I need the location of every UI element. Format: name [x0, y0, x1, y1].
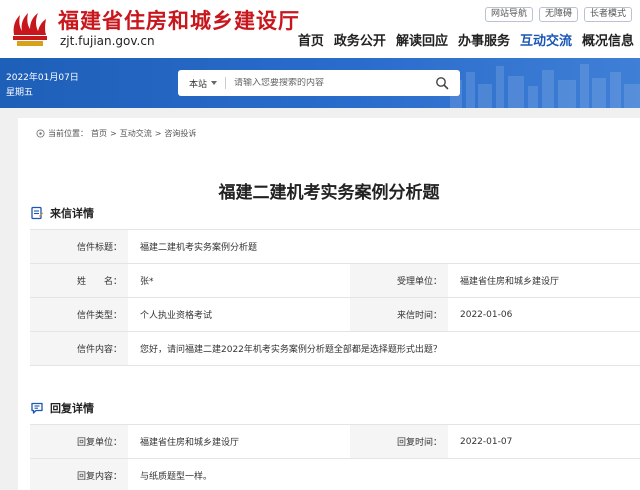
current-weekday: 星期五 [6, 88, 34, 98]
site-header: 福建省住房和城乡建设厅 zjt.fujian.gov.cn 网站导航 无障碍 长… [0, 0, 640, 58]
quick-link-site-nav[interactable]: 网站导航 [484, 7, 533, 22]
content-card: 当前位置： 首页 > 互动交流 > 咨询投诉 福建二建机考实务案例分析题 来信详… [18, 118, 640, 490]
nav-interaction[interactable]: 互动交流 [520, 30, 572, 49]
banner: 2022年01月07日 星期五 本站 [0, 58, 640, 108]
breadcrumb-home[interactable]: 首页 [91, 128, 107, 139]
reply-unit-label: 回复单位： [30, 425, 128, 458]
letter-date-label: 来信时间： [350, 298, 448, 331]
search-icon[interactable] [435, 76, 449, 90]
breadcrumb-separator: > [110, 129, 117, 138]
table-row: 信件标题： 福建二建机考实务案例分析题 [30, 230, 640, 264]
reply-content-value: 与纸质题型一样。 [140, 472, 213, 482]
content-label: 信件内容： [30, 332, 128, 365]
nav-home[interactable]: 首页 [298, 30, 324, 49]
search-input[interactable] [234, 78, 415, 88]
quick-link-elder-mode[interactable]: 长者模式 [583, 7, 632, 22]
reply-unit-value: 福建省住房和城乡建设厅 [140, 438, 240, 448]
nav-overview[interactable]: 概况信息 [582, 30, 634, 49]
skyline-decoration [450, 64, 640, 108]
subject-label: 信件标题： [30, 230, 128, 263]
search-bar: 本站 [178, 70, 460, 96]
reply-content-label: 回复内容： [30, 459, 128, 490]
search-divider [225, 77, 227, 89]
breadcrumb-prefix: 当前位置： [48, 129, 88, 138]
table-row: 信件内容： 您好，请问福建二建2022年机考实务案例分析题全部都是选择题形式出题… [30, 332, 640, 366]
letter-section-title: 来信详情 [50, 207, 94, 220]
page-title: 福建二建机考实务案例分析题 [218, 183, 440, 203]
location-pin-icon [36, 129, 45, 138]
name-value: 张* [140, 277, 154, 287]
current-date: 2022年01月07日 [6, 73, 79, 83]
search-scope-select[interactable]: 本站 [178, 77, 218, 90]
type-label: 信件类型： [30, 298, 128, 331]
dept-value: 福建省住房和城乡建设厅 [460, 277, 560, 287]
search-scope-label: 本站 [189, 79, 208, 90]
main-nav: 首页 政务公开 解读回应 办事服务 互动交流 概况信息 [298, 30, 634, 49]
quick-link-accessibility[interactable]: 无障碍 [538, 7, 578, 22]
name-label: 姓 名： [30, 264, 128, 297]
table-row: 回复内容： 与纸质题型一样。 [30, 459, 640, 490]
nav-gov-affairs[interactable]: 政务公开 [334, 30, 386, 49]
subject-value: 福建二建机考实务案例分析题 [140, 243, 258, 253]
content-value: 您好，请问福建二建2022年机考实务案例分析题全部都是选择题形式出题？ [140, 345, 442, 355]
table-row: 回复单位： 福建省住房和城乡建设厅 回复时间： 2022-01-07 [30, 425, 640, 459]
type-value: 个人执业资格考试 [140, 311, 213, 321]
caret-down-icon [211, 81, 218, 85]
dept-label: 受理单位： [350, 264, 448, 297]
site-name[interactable]: 福建省住房和城乡建设厅 [58, 5, 300, 35]
reply-date-value: 2022-01-07 [460, 436, 513, 447]
nav-services[interactable]: 办事服务 [458, 30, 510, 49]
breadcrumb-interaction[interactable]: 互动交流 [120, 128, 152, 139]
reply-chat-icon [31, 402, 43, 414]
letter-detail-icon [31, 206, 44, 220]
reply-section-title: 回复详情 [50, 402, 94, 415]
reply-date-label: 回复时间： [350, 425, 448, 458]
reply-section-header: 回复详情 [30, 400, 94, 416]
reply-detail-table: 回复单位： 福建省住房和城乡建设厅 回复时间： 2022-01-07 回复内容：… [30, 424, 640, 490]
breadcrumb-separator: > [154, 129, 162, 138]
table-row: 姓 名： 张* 受理单位： 福建省住房和城乡建设厅 [30, 264, 640, 298]
quick-links: 网站导航 无障碍 长者模式 [484, 7, 632, 22]
letter-detail-table: 信件标题： 福建二建机考实务案例分析题 姓 名： 张* 受理单位： 福建省住房和… [30, 229, 640, 366]
breadcrumb: 当前位置： 首页 > 互动交流 > 咨询投诉 [36, 128, 196, 139]
breadcrumb-consult[interactable]: 咨询投诉 [164, 128, 196, 139]
nav-interpretation[interactable]: 解读回应 [396, 30, 448, 49]
table-row: 信件类型： 个人执业资格考试 来信时间： 2022-01-06 [30, 298, 640, 332]
letter-section-header: 来信详情 [30, 205, 94, 221]
site-url: zjt.fujian.gov.cn [60, 34, 155, 48]
letter-date-value: 2022-01-06 [460, 309, 513, 320]
emblem-logo-icon[interactable] [8, 5, 52, 49]
